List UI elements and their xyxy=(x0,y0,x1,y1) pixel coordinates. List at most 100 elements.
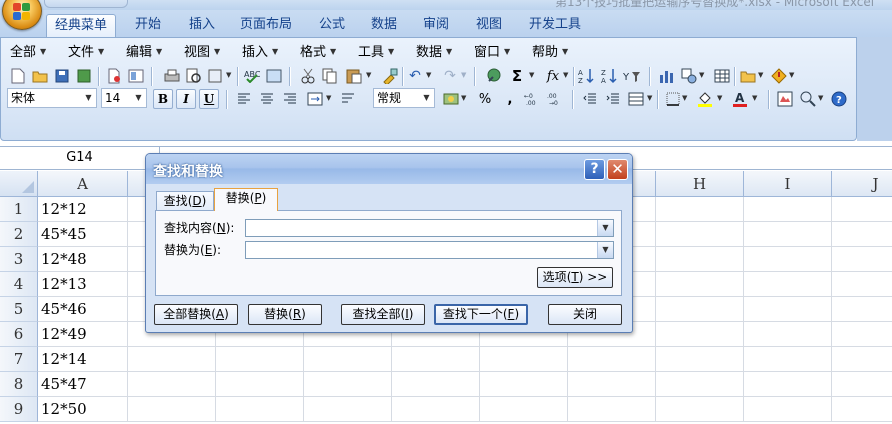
menu-file[interactable]: 文件 ▼ xyxy=(68,44,104,61)
font-size-select[interactable]: 14 ▼ xyxy=(101,88,147,108)
cell-j8[interactable] xyxy=(832,372,892,397)
menu-data[interactable]: 数据 ▼ xyxy=(416,44,452,61)
cell-a9[interactable]: 12*50 xyxy=(38,397,128,422)
print-preview-icon[interactable] xyxy=(185,67,203,85)
column-header-a[interactable]: A xyxy=(38,171,128,197)
cell-e8[interactable] xyxy=(392,372,480,397)
fill-color-icon[interactable] xyxy=(696,90,714,108)
chevron-down-icon[interactable]: ▼ xyxy=(426,71,431,79)
align-center-icon[interactable] xyxy=(258,90,276,108)
row-header[interactable]: 6 xyxy=(0,322,38,347)
tab-data[interactable]: 数据 xyxy=(362,14,406,38)
row-header[interactable]: 5 xyxy=(0,297,38,322)
cell-c7[interactable] xyxy=(216,347,304,372)
open-folder-icon[interactable] xyxy=(31,67,49,85)
insert-function-icon[interactable]: fx xyxy=(544,67,562,85)
cell-j4[interactable] xyxy=(832,272,892,297)
undo-icon[interactable]: ↶ xyxy=(406,67,424,85)
menu-all[interactable]: 全部 ▼ xyxy=(10,44,46,61)
cell-a8[interactable]: 45*47 xyxy=(38,372,128,397)
format-painter-icon[interactable] xyxy=(381,67,399,85)
cell-e9[interactable] xyxy=(392,397,480,422)
row-header[interactable]: 4 xyxy=(0,272,38,297)
cell-i7[interactable] xyxy=(744,347,832,372)
cell-h6[interactable] xyxy=(656,322,744,347)
cell-a2[interactable]: 45*45 xyxy=(38,222,128,247)
chevron-down-icon[interactable]: ▼ xyxy=(818,94,823,102)
font-name-select[interactable]: 宋体 ▼ xyxy=(7,88,97,108)
table-grid-icon[interactable] xyxy=(713,67,731,85)
column-header-j[interactable]: J xyxy=(832,171,892,197)
comma-style-icon[interactable]: , xyxy=(501,90,519,108)
options-button[interactable]: 选项(T) >> xyxy=(537,267,613,288)
copy-icon[interactable] xyxy=(321,67,339,85)
email-icon[interactable] xyxy=(105,67,123,85)
cell-b8[interactable] xyxy=(128,372,216,397)
cell-j2[interactable] xyxy=(832,222,892,247)
tab-home[interactable]: 开始 xyxy=(126,14,170,38)
cell-i6[interactable] xyxy=(744,322,832,347)
font-color-icon[interactable]: A xyxy=(731,90,749,108)
menu-format[interactable]: 格式 ▼ xyxy=(300,44,336,61)
cell-d9[interactable] xyxy=(304,397,392,422)
find-what-input[interactable]: ▼ xyxy=(245,219,614,237)
tab-developer[interactable]: 开发工具 xyxy=(522,14,588,38)
row-header[interactable]: 9 xyxy=(0,397,38,422)
cell-h8[interactable] xyxy=(656,372,744,397)
merge-center-icon[interactable] xyxy=(306,90,324,108)
chevron-down-icon[interactable]: ▼ xyxy=(461,94,466,102)
decrease-indent-icon[interactable] xyxy=(581,90,599,108)
replace-button[interactable]: 替换(R) xyxy=(248,304,322,325)
increase-decimal-icon[interactable]: ←0.00 xyxy=(524,90,542,108)
italic-button[interactable]: I xyxy=(176,89,196,109)
warning-diamond-icon[interactable] xyxy=(770,67,788,85)
zoom-icon[interactable] xyxy=(799,90,817,108)
tab-page-layout[interactable]: 页面布局 xyxy=(234,14,298,38)
tab-review[interactable]: 审阅 xyxy=(414,14,458,38)
cell-b7[interactable] xyxy=(128,347,216,372)
cell-j7[interactable] xyxy=(832,347,892,372)
cell-g9[interactable] xyxy=(568,397,656,422)
borders-icon[interactable] xyxy=(664,90,682,108)
tab-view[interactable]: 视图 xyxy=(467,14,511,38)
pdf-icon[interactable] xyxy=(127,67,145,85)
cell-h2[interactable] xyxy=(656,222,744,247)
chevron-down-icon[interactable]: ▼ xyxy=(752,94,757,102)
research-icon[interactable] xyxy=(265,67,283,85)
folder-icon[interactable] xyxy=(739,67,757,85)
currency-icon[interactable] xyxy=(442,90,460,108)
chevron-down-icon[interactable]: ▼ xyxy=(758,71,763,79)
cell-h4[interactable] xyxy=(656,272,744,297)
dialog-title-bar[interactable]: 查找和替换 ? ✕ xyxy=(146,154,632,184)
tab-insert[interactable]: 插入 xyxy=(180,14,224,38)
close-button[interactable]: 关闭 xyxy=(548,304,622,325)
menu-insert[interactable]: 插入 ▼ xyxy=(242,44,278,61)
chevron-down-icon[interactable]: ▼ xyxy=(597,220,613,236)
bold-button[interactable]: B xyxy=(153,89,173,109)
cell-a1[interactable]: 12*12 xyxy=(38,197,128,222)
save-icon[interactable] xyxy=(53,67,71,85)
select-all-icon[interactable] xyxy=(776,90,794,108)
cell-b9[interactable] xyxy=(128,397,216,422)
tab-classic-menu[interactable]: 经典菜单 xyxy=(46,14,116,38)
cell-j5[interactable] xyxy=(832,297,892,322)
row-header[interactable]: 2 xyxy=(0,222,38,247)
chevron-down-icon[interactable]: ▼ xyxy=(789,71,794,79)
menu-edit[interactable]: 编辑 ▼ xyxy=(126,44,162,61)
dialog-close-button[interactable]: ✕ xyxy=(607,159,628,180)
cell-h1[interactable] xyxy=(656,197,744,222)
column-header-i[interactable]: I xyxy=(744,171,832,197)
select-all-corner[interactable] xyxy=(0,171,38,197)
paste-icon[interactable] xyxy=(345,67,363,85)
cell-a7[interactable]: 12*14 xyxy=(38,347,128,372)
chevron-down-icon[interactable]: ▼ xyxy=(682,94,687,102)
row-header[interactable]: 8 xyxy=(0,372,38,397)
cell-c8[interactable] xyxy=(216,372,304,397)
align-left-icon[interactable] xyxy=(235,90,253,108)
menu-help[interactable]: 帮助 ▼ xyxy=(532,44,568,61)
cell-c9[interactable] xyxy=(216,397,304,422)
chevron-down-icon[interactable]: ▼ xyxy=(717,94,722,102)
chevron-down-icon[interactable]: ▼ xyxy=(529,71,534,79)
find-next-button[interactable]: 查找下一个(F) xyxy=(434,304,528,325)
cell-i2[interactable] xyxy=(744,222,832,247)
